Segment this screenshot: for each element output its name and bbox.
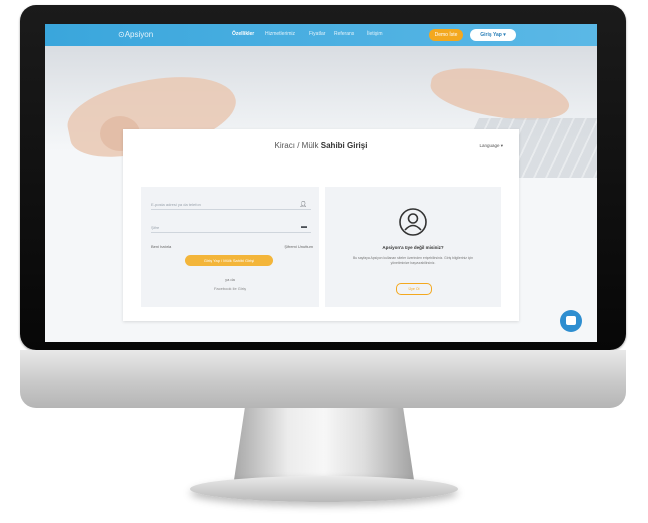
password-placeholder: Şifre xyxy=(151,225,160,230)
signup-panel: Apsiyon'a üye değil misiniz? Bu sayfaya … xyxy=(325,187,501,307)
email-field[interactable]: E-posta adresi ya da telefon 👤︎ xyxy=(151,199,311,210)
monitor-chin xyxy=(20,350,626,408)
demo-button[interactable]: Demo İste xyxy=(429,29,463,41)
monitor-stand-base xyxy=(190,476,458,502)
or-separator: ya da xyxy=(225,277,235,282)
login-form-panel: E-posta adresi ya da telefon 👤︎ Şifre ▬ … xyxy=(141,187,319,307)
monitor-screen: ⊙Apsiyon Özellikler Hizmetlerimiz Fiyatl… xyxy=(45,24,597,342)
login-card: Kiracı / Mülk Sahibi Girişi Language ▾ E… xyxy=(123,129,519,321)
chat-icon[interactable] xyxy=(560,310,582,332)
user-circle-icon xyxy=(399,208,427,236)
top-navbar: ⊙Apsiyon Özellikler Hizmetlerimiz Fiyatl… xyxy=(45,24,597,46)
signup-title: Apsiyon'a üye değil misiniz? xyxy=(382,245,444,250)
user-icon: 👤︎ xyxy=(299,202,307,208)
password-field[interactable]: Şifre ▬ xyxy=(151,222,311,233)
nav-item-features[interactable]: Özellikler xyxy=(232,31,254,37)
brand-logo[interactable]: ⊙Apsiyon xyxy=(118,30,153,39)
nav-item-services[interactable]: Hizmetlerimiz xyxy=(265,31,295,37)
alternative-login-link[interactable]: Facebook ile Giriş xyxy=(141,286,319,291)
monitor-stand-neck xyxy=(234,408,414,480)
nav-item-contact[interactable]: İletişim xyxy=(367,31,383,37)
remember-me-checkbox[interactable]: Beni hatırla xyxy=(151,244,171,249)
language-select[interactable]: Language ▾ xyxy=(479,143,503,149)
login-button[interactable]: Giriş Yap / Mülk Sahibi Girişi xyxy=(185,255,273,266)
nav-item-references[interactable]: Referans xyxy=(334,31,354,37)
signup-description: Bu sayfaya Apsiyon kullanan siteler üzer… xyxy=(352,256,474,265)
forgot-password-link[interactable]: Şifremi Unuttum xyxy=(284,244,313,249)
nav-item-prices[interactable]: Fiyatlar xyxy=(309,31,325,37)
signup-button[interactable]: Üye Ol xyxy=(396,283,432,295)
email-placeholder: E-posta adresi ya da telefon xyxy=(151,202,201,207)
lock-icon: ▬ xyxy=(301,224,307,230)
logo-icon: ⊙ xyxy=(118,30,125,39)
login-dropdown-button[interactable]: Giriş Yap ▾ xyxy=(470,29,516,41)
page-title: Kiracı / Mülk Sahibi Girişi xyxy=(274,141,368,150)
